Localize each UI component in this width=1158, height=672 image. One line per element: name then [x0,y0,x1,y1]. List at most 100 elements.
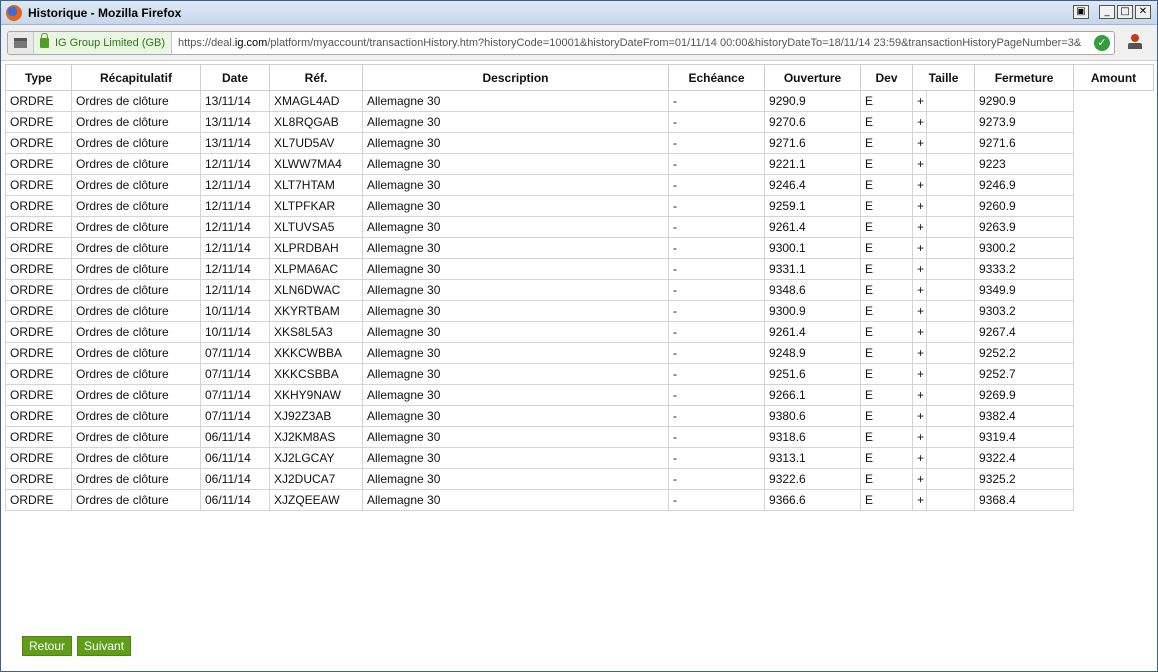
url-text[interactable]: https://deal.ig.com/platform/myaccount/t… [178,37,1094,49]
table-row[interactable]: ORDRE Ordres de clôture 07/11/14 XKHY9NAW Al… [5,384,1154,406]
restore-tab-icon[interactable]: ▣ [1073,5,1089,19]
cell-fermeture: 9269.9 [974,384,1075,406]
next-button[interactable]: Suivant [77,636,132,656]
minimize-button[interactable]: _ [1099,5,1115,19]
table-row[interactable]: ORDRE Ordres de clôture 12/11/14 XLWW7MA4 Al… [5,153,1154,175]
transaction-history-table: Type Récapitulatif Date Réf. Description… [5,64,1155,511]
addon-icon[interactable] [1127,34,1143,50]
cell-echeance: - [668,237,766,259]
site-info-button[interactable] [8,32,34,54]
table-row[interactable]: ORDRE Ordres de clôture 12/11/14 XLPRDBAH Al… [5,237,1154,259]
table-row[interactable]: ORDRE Ordres de clôture 12/11/14 XLN6DWAC Al… [5,279,1154,301]
cell-echeance: - [668,216,766,238]
table-row[interactable]: ORDRE Ordres de clôture 10/11/14 XKYRTBAM Al… [5,300,1154,322]
cell-recap: Ordres de clôture [71,216,201,238]
cell-echeance: - [668,468,766,490]
cell-amount [1074,133,1154,154]
header-type[interactable]: Type [5,64,72,91]
pagination-buttons: Retour Suivant [22,636,132,656]
cell-taille: + [912,90,928,112]
back-button[interactable]: Retour [22,636,73,656]
cell-date: 06/11/14 [200,447,270,469]
cell-ouverture: 9246.4 [764,174,862,196]
cell-echeance: - [668,132,766,154]
cell-ref: XJ2KM8AS [269,426,363,448]
header-description[interactable]: Description [361,64,670,91]
cell-recap: Ordres de clôture [71,300,201,322]
cell-description: Allemagne 30 [362,279,446,301]
cell-spacer [445,258,669,280]
cell-fermeture: 9223 [974,153,1075,175]
cell-spacer [926,384,975,406]
table-row[interactable]: ORDRE Ordres de clôture 06/11/14 XJZQEEAW Al… [5,489,1154,511]
check-icon[interactable]: ✓ [1094,35,1110,51]
cell-spacer [445,153,669,175]
header-ouverture[interactable]: Ouverture [764,64,862,91]
cell-ref: XJZQEEAW [269,489,363,511]
cell-fermeture: 9368.4 [974,489,1075,511]
cell-type: ORDRE [5,447,72,469]
address-bar[interactable]: IG Group Limited (GB) https://deal.ig.co… [7,31,1115,55]
header-echeance[interactable]: Echéance [668,64,766,91]
header-recap[interactable]: Récapitulatif [71,64,201,91]
table-row[interactable]: ORDRE Ordres de clôture 06/11/14 XJ2LGCAY Al… [5,447,1154,469]
table-row[interactable]: ORDRE Ordres de clôture 07/11/14 XKKCWBBA Al… [5,342,1154,364]
cell-echeance: - [668,426,766,448]
cell-type: ORDRE [5,111,72,133]
table-row[interactable]: ORDRE Ordres de clôture 10/11/14 XKS8L5A3 Al… [5,321,1154,343]
cell-description: Allemagne 30 [362,384,446,406]
cell-recap: Ordres de clôture [71,132,201,154]
table-row[interactable]: ORDRE Ordres de clôture 07/11/14 XKKCSBBA Al… [5,363,1154,385]
cell-spacer [926,174,975,196]
cell-date: 13/11/14 [200,90,270,112]
table-row[interactable]: ORDRE Ordres de clôture 12/11/14 XLT7HTAM Al… [5,174,1154,196]
browser-window: Historique - Mozilla Firefox ▣ _ □ ✕ IG … [0,0,1158,672]
header-ref[interactable]: Réf. [269,64,363,91]
site-identity[interactable]: IG Group Limited (GB) [34,32,173,54]
cell-ref: XJ2DUCA7 [269,468,363,490]
table-row[interactable]: ORDRE Ordres de clôture 13/11/14 XL8RQGAB Al… [5,111,1154,133]
table-row[interactable]: ORDRE Ordres de clôture 06/11/14 XJ2DUCA7 Al… [5,468,1154,490]
cell-recap: Ordres de clôture [71,174,201,196]
cell-recap: Ordres de clôture [71,237,201,259]
table-row[interactable]: ORDRE Ordres de clôture 12/11/14 XLTPFKAR Al… [5,195,1154,217]
cell-description: Allemagne 30 [362,300,446,322]
cell-dev: E [860,90,914,112]
cell-spacer [926,132,975,154]
header-fermeture[interactable]: Fermeture [974,64,1075,91]
close-button[interactable]: ✕ [1135,5,1151,19]
cell-taille: + [912,237,928,259]
header-amount[interactable]: Amount [1073,64,1155,91]
cell-taille: + [912,405,928,427]
cell-dev: E [860,300,914,322]
header-date[interactable]: Date [200,64,270,91]
table-row[interactable]: ORDRE Ordres de clôture 06/11/14 XJ2KM8AS Al… [5,426,1154,448]
cell-amount [1074,91,1154,112]
header-dev[interactable]: Dev [860,64,914,91]
cell-description: Allemagne 30 [362,468,446,490]
cell-amount [1074,301,1154,322]
cell-recap: Ordres de clôture [71,384,201,406]
cell-amount [1074,112,1154,133]
table-row[interactable]: ORDRE Ordres de clôture 12/11/14 XLPMA6AC Al… [5,258,1154,280]
cell-spacer [445,195,669,217]
page-content: Type Récapitulatif Date Réf. Description… [1,62,1157,671]
table-row[interactable]: ORDRE Ordres de clôture 12/11/14 XLTUVSA5 Al… [5,216,1154,238]
table-row[interactable]: ORDRE Ordres de clôture 13/11/14 XL7UD5AV Al… [5,132,1154,154]
table-row[interactable]: ORDRE Ordres de clôture 13/11/14 XMAGL4AD Al… [5,90,1154,112]
table-row[interactable]: ORDRE Ordres de clôture 07/11/14 XJ92Z3AB Al… [5,405,1154,427]
cell-spacer [445,132,669,154]
cell-ouverture: 9290.9 [764,90,862,112]
cell-fermeture: 9252.2 [974,342,1075,364]
header-taille[interactable]: Taille [912,64,976,91]
cell-amount [1074,196,1154,217]
cell-date: 10/11/14 [200,300,270,322]
maximize-button[interactable]: □ [1117,5,1133,19]
cell-spacer [445,90,669,112]
cell-taille: + [912,489,928,511]
cell-type: ORDRE [5,300,72,322]
cell-echeance: - [668,447,766,469]
cell-dev: E [860,342,914,364]
cell-ouverture: 9251.6 [764,363,862,385]
cell-echeance: - [668,153,766,175]
